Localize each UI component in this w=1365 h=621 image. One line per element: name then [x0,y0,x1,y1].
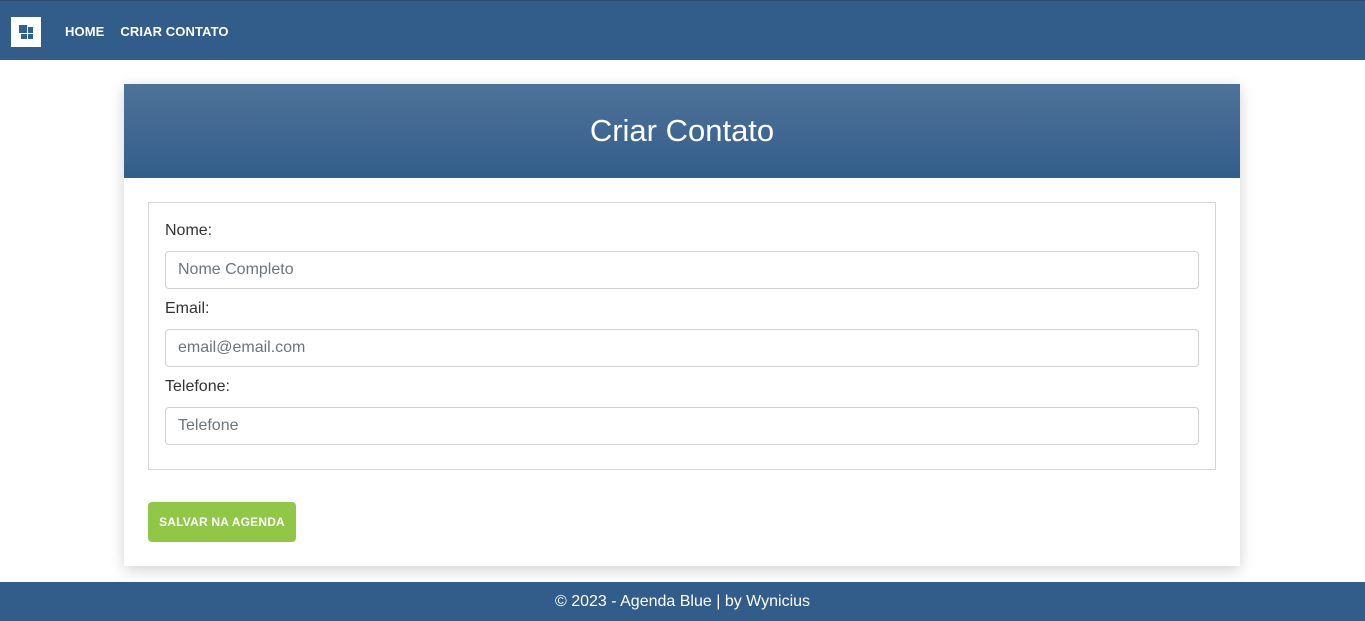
footer: © 2023 - Agenda Blue | by Wynicius [0,582,1365,621]
windows-grid-icon [19,25,33,39]
name-label: Nome: [165,222,213,239]
email-label: Email: [165,300,210,317]
card-header: Criar Contato [124,84,1240,178]
save-button[interactable]: SALVAR NA AGENDA [148,502,296,542]
nav-link-home[interactable]: HOME [65,24,104,39]
create-contact-card: Criar Contato Nome: Email: Telefone: SAL… [124,84,1240,566]
nav-links: HOME CRIAR CONTATO [65,24,229,39]
logo-icon[interactable] [11,17,41,47]
contact-form-fieldset: Nome: Email: Telefone: [148,202,1216,470]
footer-text: © 2023 - Agenda Blue | by Wynicius [554,592,811,610]
top-navbar: HOME CRIAR CONTATO [0,0,1365,60]
nav-link-criar-contato[interactable]: CRIAR CONTATO [120,24,228,39]
phone-input[interactable] [165,407,1199,445]
name-input[interactable] [165,251,1199,289]
page-title: Criar Contato [589,113,775,148]
phone-label: Telefone: [165,378,230,395]
email-input[interactable] [165,329,1199,367]
